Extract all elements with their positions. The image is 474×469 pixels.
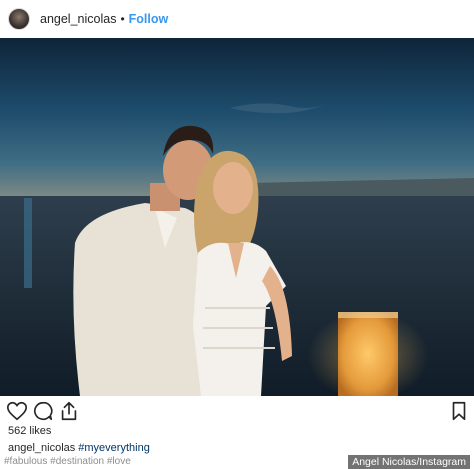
avatar[interactable] <box>8 8 30 30</box>
share-icon[interactable] <box>58 400 80 422</box>
comment-icon[interactable] <box>32 400 54 422</box>
photo-credit: Angel Nicolas/Instagram <box>348 455 470 469</box>
bookmark-icon[interactable] <box>448 400 470 422</box>
caption-hashtag[interactable]: #myeverything <box>78 442 150 454</box>
caption: angel_nicolas #myeverything <box>8 442 150 454</box>
action-bar <box>0 398 474 426</box>
likes-count[interactable]: 562 likes <box>8 425 51 437</box>
couple-sunset-photo <box>0 38 474 396</box>
post-header: angel_nicolas • Follow <box>0 0 474 38</box>
follow-button[interactable]: Follow <box>129 12 169 26</box>
caption-more-hashtags: #fabulous #destination #love <box>4 456 131 467</box>
heart-icon[interactable] <box>6 400 28 422</box>
caption-username[interactable]: angel_nicolas <box>8 442 75 454</box>
separator-dot: • <box>120 12 125 26</box>
username-link[interactable]: angel_nicolas <box>40 12 116 26</box>
post-photo[interactable] <box>0 38 474 396</box>
